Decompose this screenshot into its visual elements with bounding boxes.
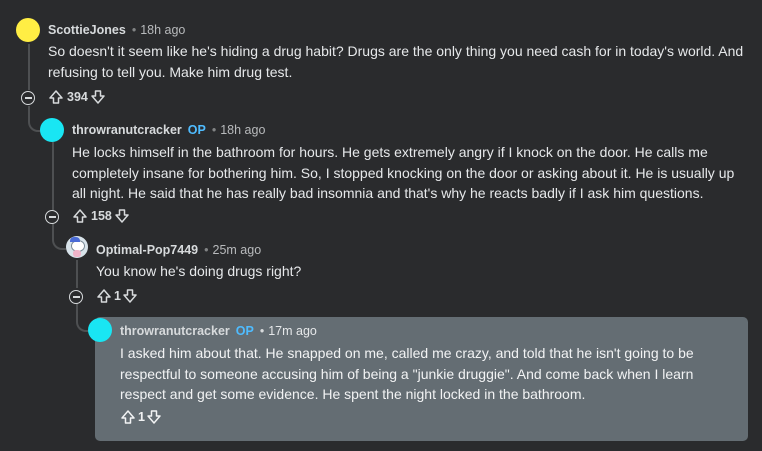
- vote-bar: 394: [48, 89, 106, 105]
- collapse-thread-icon[interactable]: [69, 290, 83, 304]
- arrow-down-icon[interactable]: [146, 409, 162, 425]
- op-badge: OP: [187, 123, 206, 137]
- comment-body: I asked him about that. He snapped on me…: [120, 345, 694, 402]
- thread-line: [52, 142, 54, 210]
- arrow-up-icon[interactable]: [72, 208, 88, 224]
- arrow-up-icon[interactable]: [48, 89, 64, 105]
- thread-line: [28, 44, 30, 90]
- vote-score: 1: [114, 289, 121, 303]
- vote-bar: 1: [96, 288, 138, 304]
- arrow-up-icon[interactable]: [120, 409, 136, 425]
- vote-bar: 1: [120, 409, 162, 425]
- comment-body: So doesn't it seem like he's hiding a dr…: [48, 43, 744, 80]
- collapse-thread-icon[interactable]: [45, 210, 59, 224]
- thread-line: [52, 224, 66, 250]
- author-link[interactable]: ScottieJones: [48, 23, 126, 37]
- op-badge: OP: [235, 324, 254, 338]
- vote-score: 1: [138, 410, 145, 424]
- avatar[interactable]: [66, 236, 88, 258]
- avatar[interactable]: [40, 118, 64, 142]
- comment-meta: throwranutcracker OP • 18h ago: [72, 123, 266, 137]
- comment-meta: throwranutcracker OP • 17m ago: [120, 324, 317, 338]
- arrow-down-icon[interactable]: [90, 89, 106, 105]
- arrow-down-icon[interactable]: [114, 208, 130, 224]
- vote-score: 394: [67, 90, 88, 104]
- comment-meta: Optimal-Pop7449 • 25m ago: [96, 243, 262, 257]
- comment-body: You know he's doing drugs right?: [96, 263, 302, 279]
- vote-score: 158: [91, 209, 112, 223]
- avatar[interactable]: [16, 18, 40, 42]
- arrow-up-icon[interactable]: [96, 288, 112, 304]
- thread-line: [76, 260, 78, 288]
- timestamp[interactable]: 18h ago: [140, 23, 185, 37]
- timestamp[interactable]: 25m ago: [213, 243, 262, 257]
- timestamp[interactable]: 18h ago: [220, 123, 265, 137]
- author-link[interactable]: throwranutcracker: [120, 324, 230, 338]
- comment-meta: ScottieJones • 18h ago: [48, 23, 186, 37]
- comment-body: He locks himself in the bathroom for hou…: [72, 144, 735, 201]
- timestamp[interactable]: 17m ago: [268, 324, 317, 338]
- vote-bar: 158: [72, 208, 130, 224]
- collapse-thread-icon[interactable]: [21, 91, 35, 105]
- arrow-down-icon[interactable]: [122, 288, 138, 304]
- author-link[interactable]: throwranutcracker: [72, 123, 182, 137]
- avatar[interactable]: [88, 318, 112, 342]
- author-link[interactable]: Optimal-Pop7449: [96, 243, 198, 257]
